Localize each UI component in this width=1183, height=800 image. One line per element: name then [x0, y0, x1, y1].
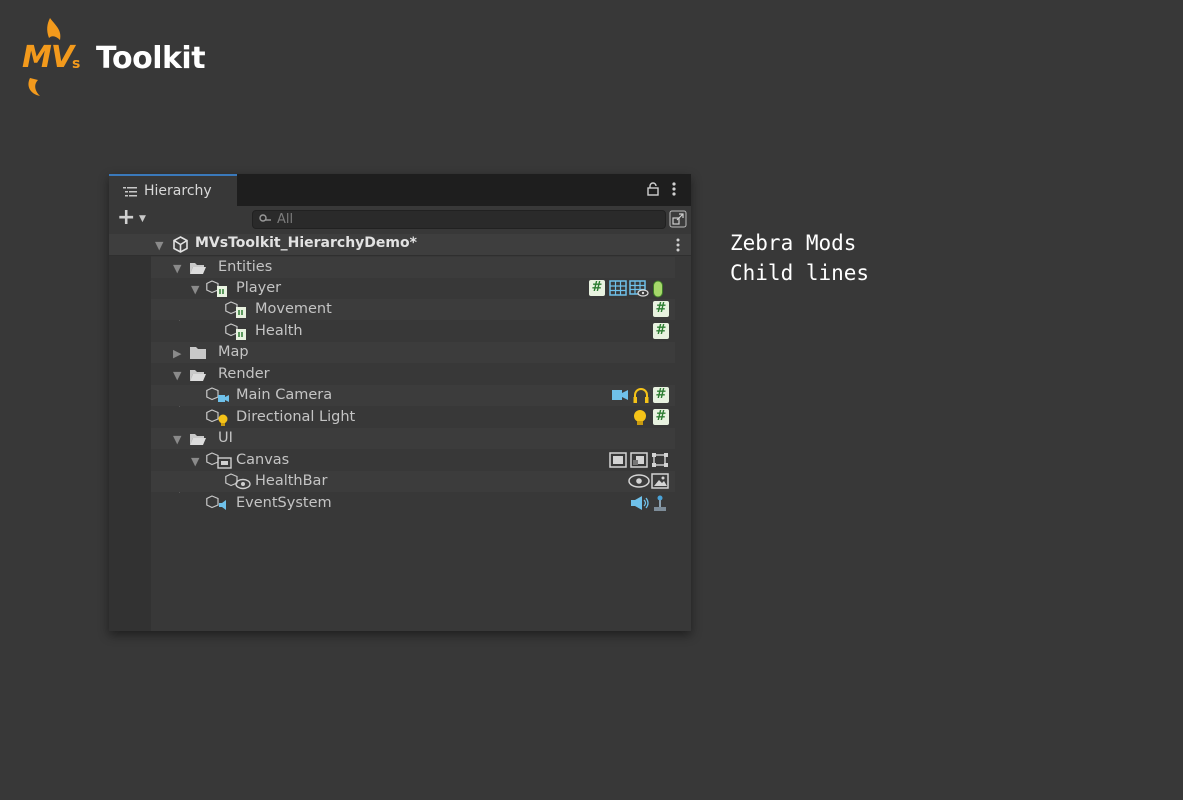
script-icon[interactable]: #	[653, 409, 669, 425]
expand-arrow-icon[interactable]: ▼	[191, 283, 199, 296]
mvs-toolkit-logo: MV s Toolkit	[16, 16, 231, 100]
hierarchy-list-icon	[123, 187, 137, 197]
canvas-scaler-icon[interactable]	[630, 452, 648, 468]
gameobject-script-icon	[225, 323, 246, 340]
chevron-down-icon: ▼	[139, 214, 146, 224]
search-input[interactable]	[277, 211, 657, 228]
audio-listener-icon[interactable]	[632, 387, 650, 404]
rect-transform-icon[interactable]	[651, 452, 669, 468]
script-icon[interactable]: #	[589, 280, 605, 296]
search-icon	[259, 214, 271, 222]
capsule-collider-icon[interactable]	[652, 280, 664, 298]
tab-hierarchy-label: Hierarchy	[144, 183, 212, 199]
lock-icon[interactable]	[647, 182, 659, 196]
row-label: Health	[255, 323, 303, 339]
list-item[interactable]: Health #	[151, 321, 675, 342]
gameobject-eventsystem-icon	[206, 495, 226, 510]
scene-header-row[interactable]: ▼ MVsToolkit_HierarchyDemo*	[109, 234, 691, 256]
grid-icon[interactable]	[609, 280, 627, 296]
list-item[interactable]: ▼ Render	[151, 364, 675, 385]
plus-icon: +	[117, 205, 136, 230]
eye-icon[interactable]	[628, 473, 650, 489]
kebab-menu-icon[interactable]	[672, 182, 676, 196]
list-item[interactable]: ▼ UI	[151, 428, 675, 449]
expand-arrow-icon[interactable]: ▼	[173, 369, 181, 382]
tab-bar: Hierarchy	[109, 174, 691, 206]
row-label: Render	[218, 366, 270, 382]
feature-notes: Zebra Mods Child lines	[730, 228, 869, 288]
search-field[interactable]	[252, 210, 666, 229]
unity-scene-icon	[173, 236, 188, 253]
expand-arrow-icon[interactable]: ▼	[173, 433, 181, 446]
row-label: Main Camera	[236, 387, 333, 403]
add-object-button[interactable]: + ▼	[117, 205, 151, 230]
row-label: Canvas	[236, 452, 290, 468]
row-label: Player	[236, 280, 282, 296]
image-icon[interactable]	[651, 473, 669, 489]
note-child-lines: Child lines	[730, 261, 870, 285]
folder-open-icon	[190, 370, 206, 381]
list-item[interactable]: Main Camera #	[151, 385, 675, 406]
folder-open-icon	[190, 434, 206, 445]
hierarchy-window: Hierarchy + ▼ ▼	[109, 174, 691, 631]
list-item[interactable]: ▶ Map	[151, 342, 675, 363]
event-system-icon[interactable]	[630, 495, 650, 511]
expand-arrow-icon[interactable]: ▼	[155, 239, 163, 252]
row-label: EventSystem	[236, 495, 332, 511]
scene-name: MVsToolkit_HierarchyDemo*	[195, 235, 417, 251]
script-icon[interactable]: #	[653, 323, 669, 339]
hierarchy-gutter	[109, 234, 151, 631]
row-label: Map	[218, 344, 249, 360]
row-label: Directional Light	[236, 409, 356, 425]
script-icon[interactable]: #	[653, 301, 669, 317]
row-label: Movement	[255, 301, 332, 317]
logo-mv-text: MV	[22, 40, 74, 75]
gameobject-image-icon	[225, 473, 251, 490]
row-label: Entities	[218, 259, 273, 275]
scene-menu-icon[interactable]	[676, 238, 680, 252]
gameobject-canvas-icon	[206, 452, 232, 469]
camera-icon[interactable]	[611, 387, 629, 403]
list-item[interactable]: ▼ Entities	[151, 257, 675, 278]
expand-arrow-icon[interactable]: ▼	[173, 262, 181, 275]
hierarchy-tree: ▼ MVsToolkit_HierarchyDemo* ▼ Entities ▼	[109, 234, 691, 631]
light-icon[interactable]	[632, 409, 648, 427]
list-item[interactable]: Movement #	[151, 299, 675, 320]
list-item[interactable]: Directional Light #	[151, 407, 675, 428]
gameobject-script-icon	[206, 280, 227, 297]
collapse-arrow-icon[interactable]: ▶	[173, 347, 181, 360]
row-label: UI	[218, 430, 233, 446]
gameobject-light-icon	[206, 409, 228, 426]
input-module-icon[interactable]	[652, 495, 668, 512]
logo-s-text: s	[72, 56, 81, 72]
list-item[interactable]: ▼ Canvas	[151, 450, 675, 471]
folder-open-icon	[190, 263, 206, 274]
list-item[interactable]: ▼ Player #	[151, 278, 675, 299]
canvas-icon[interactable]	[609, 452, 627, 468]
scene-visibility-icon[interactable]	[669, 210, 687, 228]
gameobject-script-icon	[225, 301, 246, 318]
tab-hierarchy[interactable]: Hierarchy	[109, 174, 237, 206]
logo-toolkit-text: Toolkit	[96, 41, 206, 76]
script-icon[interactable]: #	[653, 387, 669, 403]
row-label: HealthBar	[255, 473, 328, 489]
expand-arrow-icon[interactable]: ▼	[191, 455, 199, 468]
gameobject-camera-icon	[206, 387, 229, 402]
note-zebra-mods: Zebra Mods	[730, 231, 857, 255]
folder-icon	[190, 347, 206, 359]
list-item[interactable]: EventSystem	[151, 493, 675, 514]
grid-eye-icon[interactable]	[629, 280, 649, 297]
list-item[interactable]: HealthBar	[151, 471, 675, 492]
hierarchy-toolbar: + ▼	[109, 205, 691, 234]
